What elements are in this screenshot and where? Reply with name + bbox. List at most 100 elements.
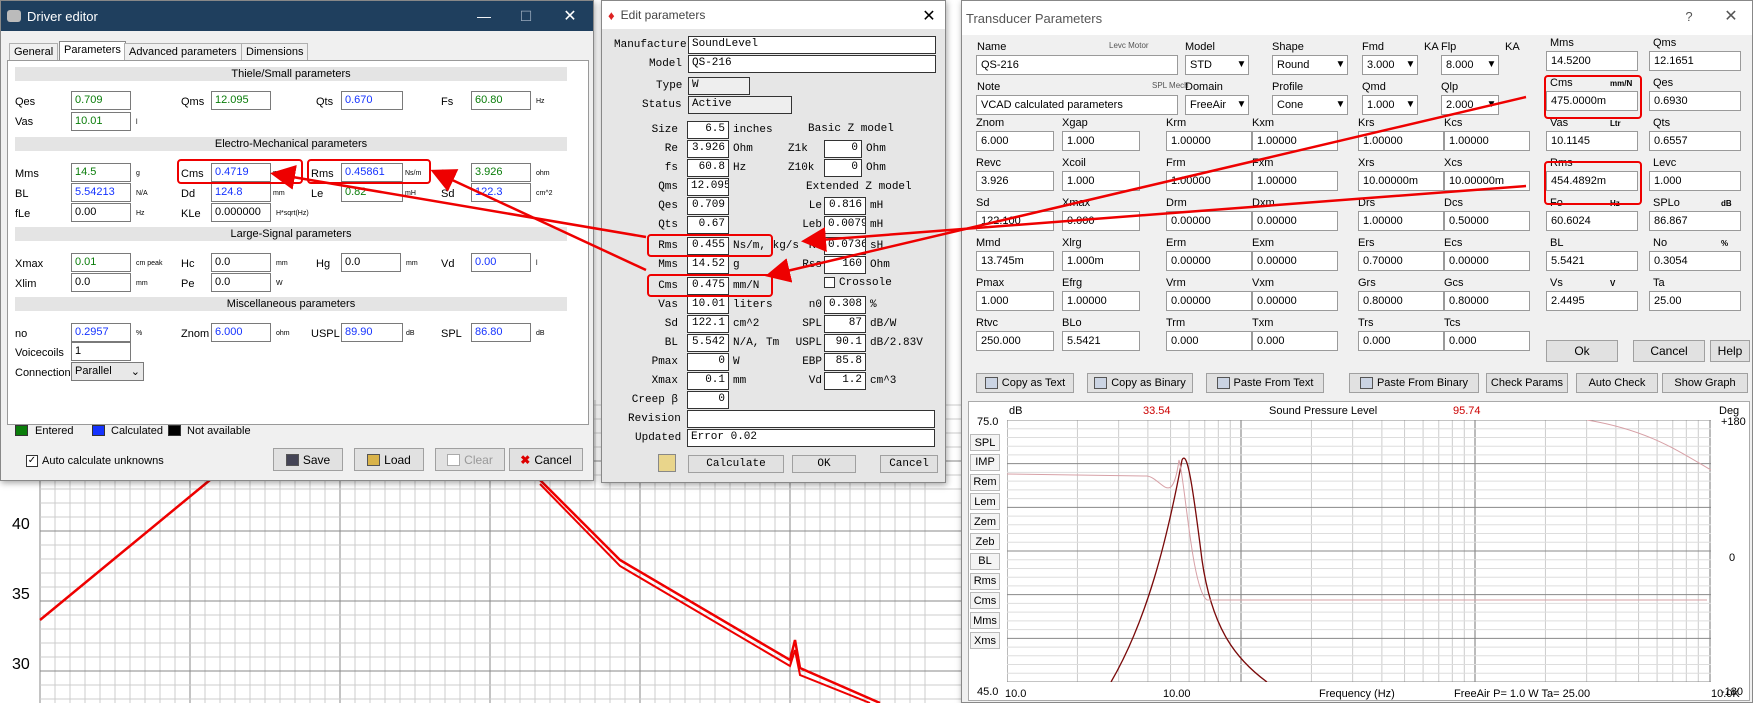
re-field[interactable]: 3.926 <box>471 163 531 182</box>
grid-param-field[interactable]: 0.00000 <box>1444 251 1530 271</box>
grid-param-field[interactable]: 0.000 <box>1444 331 1530 351</box>
sd-field[interactable]: 122.3 <box>471 183 531 202</box>
qes-field[interactable]: 0.709 <box>71 91 131 110</box>
result-field[interactable]: 0.6930 <box>1649 91 1741 111</box>
grid-param-field[interactable]: 1.000 <box>1062 131 1140 151</box>
graph-button[interactable]: Show Graph <box>1662 373 1748 393</box>
kle-field[interactable]: 0.000000 <box>211 203 271 222</box>
result-field[interactable]: 14.5200 <box>1546 51 1638 71</box>
graph-side-button-rms[interactable]: Rms <box>970 572 1000 590</box>
grid-param-field[interactable]: 250.000 <box>976 331 1054 351</box>
fs-field[interactable]: 60.80 <box>471 91 531 110</box>
param-field[interactable]: 0.1 <box>687 372 729 390</box>
result-field[interactable]: 10.1145 <box>1546 131 1638 151</box>
xlim-field[interactable]: 0.0 <box>71 273 131 292</box>
graph-side-button-zem[interactable]: Zem <box>970 513 1000 531</box>
paste-binary-button[interactable]: Paste From Binary <box>1349 373 1479 393</box>
ebp-field[interactable]: 85.8 <box>824 353 866 371</box>
tab-parameters[interactable]: Parameters <box>59 41 126 61</box>
vd-field[interactable]: 1.2 <box>824 372 866 390</box>
grid-param-field[interactable]: 0.50000 <box>1444 211 1530 231</box>
revision-field[interactable] <box>687 410 935 428</box>
z10k-field[interactable]: 0 <box>824 159 862 177</box>
tab-general[interactable]: General <box>9 43 59 60</box>
param-field[interactable]: 6.5 <box>687 121 729 139</box>
auto-calc-checkbox[interactable]: ✓ <box>26 455 38 467</box>
result-field[interactable]: 2.4495 <box>1546 291 1638 311</box>
grid-param-field[interactable]: 1.00000 <box>1062 291 1140 311</box>
param-field[interactable]: 0.67 <box>687 216 729 234</box>
result-field[interactable]: 25.00 <box>1649 291 1741 311</box>
vas-field[interactable]: 10.01 <box>71 112 131 131</box>
result-field[interactable]: 86.867 <box>1649 211 1741 231</box>
z1k-field[interactable]: 0 <box>824 140 862 158</box>
hc-field[interactable]: 0.0 <box>211 253 271 272</box>
grid-param-field[interactable]: 122.100 <box>976 211 1054 231</box>
model-field[interactable]: QS-216 <box>688 55 936 73</box>
fle-field[interactable]: 0.00 <box>71 203 131 222</box>
load-button[interactable]: Load <box>354 448 424 471</box>
grid-param-field[interactable]: 0.80000 <box>1444 291 1530 311</box>
spl-field[interactable]: 87 <box>824 315 866 333</box>
check-button[interactable]: Check Params <box>1486 373 1568 393</box>
save-button[interactable]: Save <box>273 448 343 471</box>
ok-button[interactable]: Ok <box>1546 340 1618 362</box>
manufacturer-field[interactable]: SoundLevel <box>688 36 936 54</box>
grid-param-field[interactable]: 0.000 <box>1358 331 1444 351</box>
grid-param-field[interactable]: 1.000 <box>976 291 1054 311</box>
auto-button[interactable]: Auto Check <box>1576 373 1658 393</box>
graph-side-button-zeb[interactable]: Zeb <box>970 533 1000 550</box>
bl-field[interactable]: 5.54213 <box>71 183 131 202</box>
copy-text-button[interactable]: Copy as Text <box>976 373 1074 393</box>
grid-param-field[interactable]: 1.00000 <box>1252 131 1338 151</box>
grid-param-field[interactable]: 0.00000 <box>1252 211 1338 231</box>
result-field[interactable]: 5.5421 <box>1546 251 1638 271</box>
leb-field[interactable]: 0.00791 <box>824 216 866 234</box>
grid-param-field[interactable]: 0.000 <box>1252 331 1338 351</box>
connection-select[interactable]: Parallel ⌄ <box>71 362 144 381</box>
result-field[interactable]: 60.6024 <box>1546 211 1638 231</box>
vd-field[interactable]: 0.00 <box>471 253 531 272</box>
updated-field[interactable]: Error 0.02 <box>687 429 935 447</box>
crossover-checkbox[interactable] <box>824 277 835 288</box>
grid-param-field[interactable]: 5.5421 <box>1062 331 1140 351</box>
rss-field[interactable]: 160 <box>824 256 866 274</box>
grid-param-field[interactable]: 1.000 <box>1062 171 1140 191</box>
graph-side-button-xms[interactable]: Xms <box>970 632 1000 649</box>
maximize-icon[interactable]: ☐ <box>509 1 543 31</box>
type-select[interactable]: W <box>688 77 750 95</box>
minimize-icon[interactable]: — <box>467 1 501 31</box>
cancel-button[interactable]: Cancel <box>1633 340 1705 362</box>
tab-dimensions[interactable]: Dimensions <box>241 43 309 60</box>
grid-param-field[interactable]: 10.00000m <box>1444 171 1530 191</box>
close-icon[interactable]: ✕ <box>912 1 946 31</box>
grid-param-field[interactable]: 0.00000 <box>1252 251 1338 271</box>
note-field[interactable]: VCAD calculated parameters <box>976 95 1178 115</box>
param-field[interactable]: 14.52 <box>687 256 729 274</box>
grid-param-field[interactable]: 0.00000 <box>1166 251 1252 271</box>
param-field[interactable]: 5.542 <box>687 334 729 352</box>
result-field[interactable]: 0.3054 <box>1649 251 1741 271</box>
znom-field[interactable]: 6.000 <box>211 323 271 342</box>
graph-side-button-cms[interactable]: Cms <box>970 592 1000 610</box>
grid-param-field[interactable]: 1.00000 <box>1358 131 1444 151</box>
grid-param-field[interactable]: 10.00000m <box>1358 171 1444 191</box>
grid-param-field[interactable]: 1.00000 <box>1358 211 1444 231</box>
param-field[interactable]: 3.926 <box>687 140 729 158</box>
cancel-button[interactable]: ✖ Cancel <box>509 448 583 471</box>
dd-field[interactable]: 124.8 <box>211 183 271 202</box>
spl-field[interactable]: 86.80 <box>471 323 531 342</box>
no-field[interactable]: 0.2957 <box>71 323 131 342</box>
cancel-button[interactable]: Cancel <box>880 455 938 473</box>
grid-param-field[interactable]: 0.000 <box>1166 331 1252 351</box>
help-icon[interactable]: ? <box>1672 1 1706 31</box>
grid-param-field[interactable]: 0.80000 <box>1358 291 1444 311</box>
n0-field[interactable]: 0.308 <box>824 296 866 314</box>
param-field[interactable]: 0.709 <box>687 197 729 215</box>
grid-param-field[interactable]: 13.745m <box>976 251 1054 271</box>
grid-param-field[interactable]: 1.000m <box>1062 251 1140 271</box>
name-field[interactable]: QS-216 <box>976 55 1178 75</box>
pe-field[interactable]: 0.0 <box>211 273 271 292</box>
graph-side-button-mms[interactable]: Mms <box>970 612 1000 630</box>
param-field[interactable]: 0 <box>687 391 729 409</box>
